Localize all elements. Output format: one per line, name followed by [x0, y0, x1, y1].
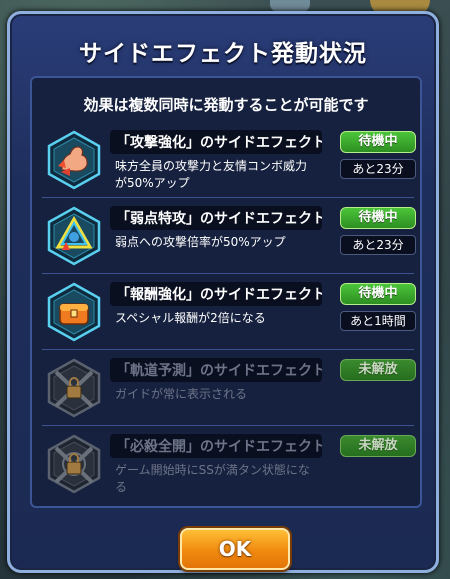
effect-row: 「軌道予測」のサイドエフェクト ガイドが常に表示される 未解放 [42, 350, 416, 426]
effect-row: 「必殺全開」のサイドエフェクト ゲーム開始時にSSが満タン状態になる 未解放 [42, 426, 416, 502]
effect-description: スペシャル報酬が2倍になる [115, 311, 266, 325]
status-waiting-badge: 待機中 [340, 131, 416, 153]
muscle-arm-icon [46, 130, 102, 190]
panel-subtitle: 効果は複数同時に発動することが可能です [83, 96, 369, 114]
effect-description: 味方全員の攻撃力と友情コンボ威力が50%アップ [115, 159, 308, 190]
status-waiting-badge: 待機中 [340, 283, 416, 305]
effect-name: 「軌道予測」のサイドエフェクト [110, 358, 322, 382]
effect-name: 「報酬強化」のサイドエフェクト [110, 282, 322, 306]
effects-panel: 効果は複数同時に発動することが可能です 「攻撃強化」のサイドエフェクト 味方全員… [30, 76, 422, 508]
effect-row: 「弱点特攻」のサイドエフェクト 弱点への攻撃倍率が50%アップ 待機中 あと23… [42, 198, 416, 274]
effect-row: 「攻撃強化」のサイドエフェクト 味方全員の攻撃力と友情コンボ威力が50%アップ … [42, 122, 416, 198]
effect-description: ゲーム開始時にSSが満タン状態になる [115, 463, 310, 494]
locked-special-icon [46, 434, 102, 494]
effect-description: ガイドが常に表示される [115, 387, 248, 401]
effect-name: 「攻撃強化」のサイドエフェクト [110, 130, 322, 154]
status-waiting-badge: 待機中 [340, 207, 416, 229]
effect-name: 「弱点特攻」のサイドエフェクト [110, 206, 322, 230]
effect-description: 弱点への攻撃倍率が50%アップ [115, 235, 286, 249]
remaining-time: あと23分 [340, 159, 416, 179]
effect-row: 「報酬強化」のサイドエフェクト スペシャル報酬が2倍になる 待機中 あと1時間 [42, 274, 416, 350]
dialog-title: サイドエフェクト発動状況 [79, 41, 367, 67]
remaining-time: あと23分 [340, 235, 416, 255]
weak-point-triangle-icon [46, 206, 102, 266]
effect-name: 「必殺全開」のサイドエフェクト [110, 434, 322, 458]
status-locked-badge: 未解放 [340, 359, 416, 381]
ok-button[interactable]: OK [180, 528, 290, 570]
remaining-time: あと1時間 [340, 311, 416, 331]
locked-trajectory-icon [46, 358, 102, 418]
side-effect-dialog: サイドエフェクト発動状況 効果は複数同時に発動することが可能です 「攻撃強化」の… [7, 11, 439, 573]
treasure-chest-icon [46, 282, 102, 342]
status-locked-badge: 未解放 [340, 435, 416, 457]
